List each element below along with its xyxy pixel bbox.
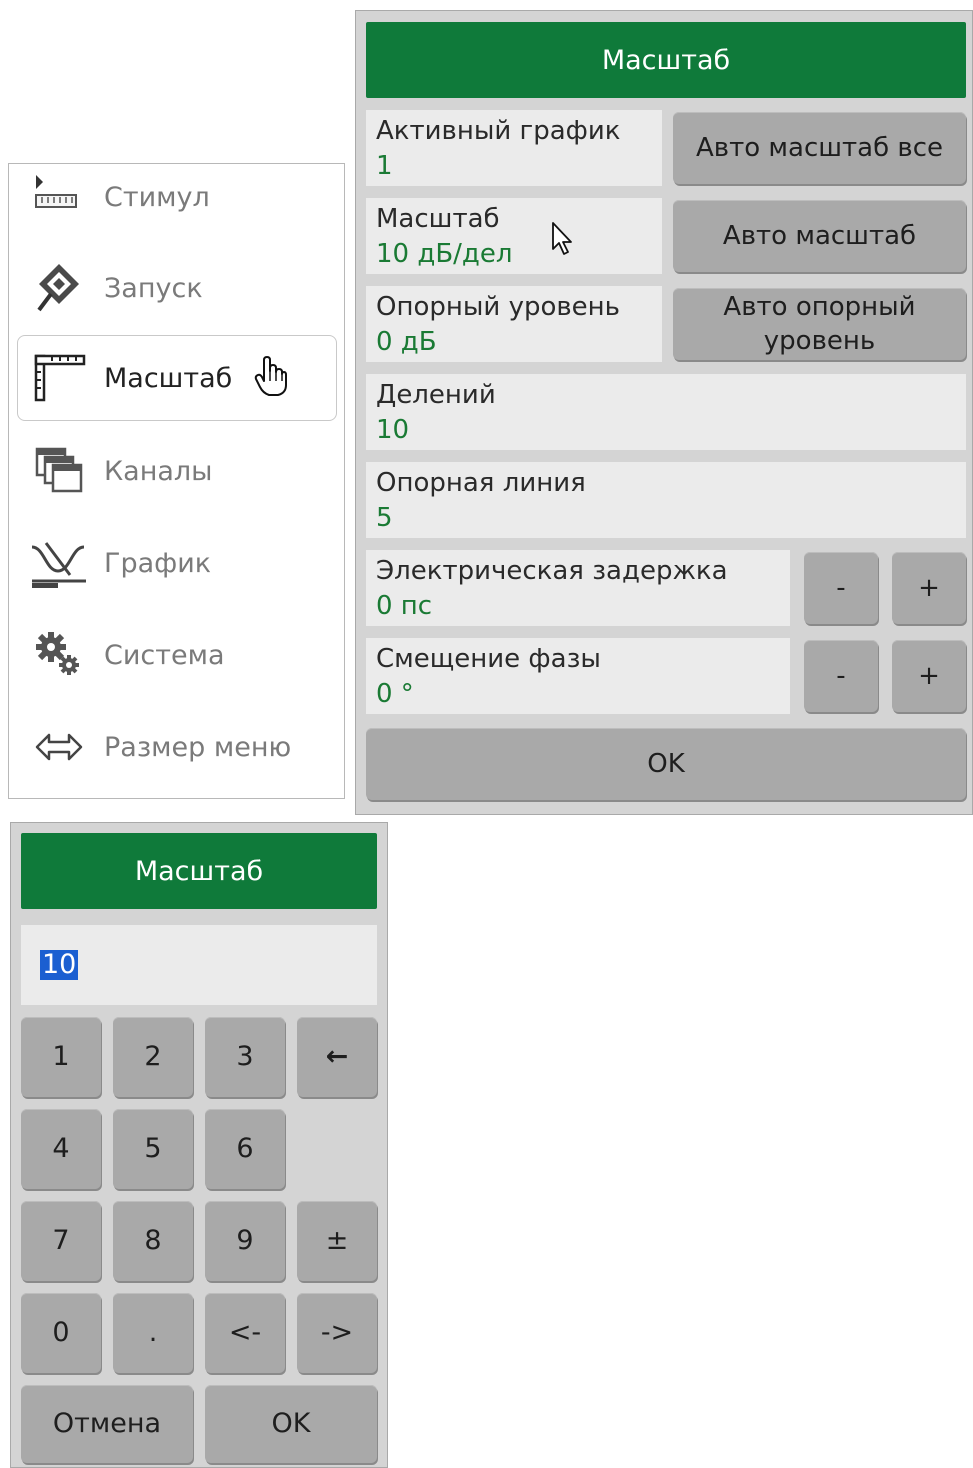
ref-level-field[interactable]: Опорный уровень 0 дБ <box>366 286 662 362</box>
menu-item-stimulus[interactable]: Стимул <box>17 154 337 240</box>
menu-item-scale[interactable]: Масштаб <box>17 335 337 421</box>
arrow-cursor-icon <box>550 221 576 261</box>
entry-value-selected: 10 <box>40 949 79 980</box>
ref-level-label: Опорный уровень <box>376 292 621 322</box>
menu-label-scale: Масштаб <box>104 362 233 394</box>
cursor-right-button[interactable]: -> <box>297 1293 377 1373</box>
key-3-button[interactable]: 3 <box>205 1017 285 1097</box>
key-8-button[interactable]: 8 <box>113 1201 193 1281</box>
ref-position-label: Опорная линия <box>376 468 586 498</box>
key-6-button[interactable]: 6 <box>205 1109 285 1189</box>
backspace-arrow-icon: ← <box>325 1041 349 1072</box>
electrical-delay-minus-button[interactable]: - <box>804 552 878 624</box>
system-gears-icon <box>24 625 94 685</box>
menu-label-trigger: Запуск <box>104 272 203 304</box>
divisions-field[interactable]: Делений 10 <box>366 374 966 450</box>
scale-field[interactable]: Масштаб 10 дБ/дел <box>366 198 662 274</box>
phase-offset-minus-button[interactable]: - <box>804 640 878 712</box>
divisions-value: 10 <box>376 415 410 445</box>
key-1-button[interactable]: 1 <box>21 1017 101 1097</box>
auto-scale-all-button[interactable]: Авто масштаб все <box>673 112 966 184</box>
side-menu: Стимул Запуск Масштаб Каналы График Сист… <box>8 163 345 799</box>
auto-scale-button[interactable]: Авто масштаб <box>673 200 966 272</box>
divisions-label: Делений <box>376 380 496 410</box>
electrical-delay-value: 0 пс <box>376 591 433 621</box>
scale-ok-button[interactable]: OK <box>366 728 966 800</box>
key-9-button[interactable]: 9 <box>205 1201 285 1281</box>
key-2-button[interactable]: 2 <box>113 1017 193 1097</box>
scale-label: Масштаб <box>376 204 500 234</box>
key-4-button[interactable]: 4 <box>21 1109 101 1189</box>
decimal-point-button[interactable]: . <box>113 1293 193 1373</box>
cancel-button[interactable]: Отмена <box>21 1385 193 1463</box>
keypad-panel-title: Масштаб <box>21 833 377 909</box>
menu-item-trace[interactable]: График <box>17 520 337 606</box>
channels-windows-icon <box>24 441 94 501</box>
key-5-button[interactable]: 5 <box>113 1109 193 1189</box>
plus-minus-button[interactable]: ± <box>297 1201 377 1281</box>
menu-item-menu-size[interactable]: Размер меню <box>17 704 337 790</box>
electrical-delay-plus-button[interactable]: + <box>892 552 966 624</box>
stimulus-ruler-icon <box>24 167 94 227</box>
ref-level-value: 0 дБ <box>376 327 437 357</box>
scale-panel-title: Масштаб <box>366 22 966 98</box>
value-entry-field[interactable]: 10 <box>21 925 377 1005</box>
scale-value: 10 дБ/дел <box>376 239 513 269</box>
phase-offset-field[interactable]: Смещение фазы 0 ° <box>366 638 790 714</box>
menu-item-trigger[interactable]: Запуск <box>17 245 337 331</box>
trace-graph-icon <box>24 533 94 593</box>
menu-label-system: Система <box>104 639 225 671</box>
auto-ref-level-button[interactable]: Авто опорный уровень <box>673 288 966 360</box>
menu-label-channels: Каналы <box>104 455 213 487</box>
backspace-button[interactable]: ← <box>297 1017 377 1097</box>
cursor-left-button[interactable]: <- <box>205 1293 285 1373</box>
trigger-diamond-icon <box>24 258 94 318</box>
active-trace-value: 1 <box>376 151 393 181</box>
scale-ruler-icon <box>24 348 94 408</box>
menu-label-stimulus: Стимул <box>104 181 210 213</box>
ref-position-value: 5 <box>376 503 393 533</box>
active-trace-field[interactable]: Активный график 1 <box>366 110 662 186</box>
ref-position-field[interactable]: Опорная линия 5 <box>366 462 966 538</box>
keypad-panel: Масштаб 10 1 2 3 ← 4 5 6 7 8 9 ± 0 . <- … <box>10 822 388 1468</box>
menu-label-trace: График <box>104 547 212 579</box>
phase-offset-plus-button[interactable]: + <box>892 640 966 712</box>
electrical-delay-field[interactable]: Электрическая задержка 0 пс <box>366 550 790 626</box>
scale-panel: Масштаб Активный график 1 Авто масштаб в… <box>355 10 973 815</box>
menu-label-menu-size: Размер меню <box>104 731 292 763</box>
phase-offset-label: Смещение фазы <box>376 644 601 674</box>
phase-offset-value: 0 ° <box>376 679 414 709</box>
key-7-button[interactable]: 7 <box>21 1201 101 1281</box>
key-0-button[interactable]: 0 <box>21 1293 101 1373</box>
electrical-delay-label: Электрическая задержка <box>376 556 728 586</box>
menu-item-channels[interactable]: Каналы <box>17 428 337 514</box>
active-trace-label: Активный график <box>376 116 621 146</box>
hand-pointer-icon <box>254 355 288 401</box>
menu-size-arrows-icon <box>24 717 94 777</box>
keypad-ok-button[interactable]: OK <box>205 1385 377 1463</box>
menu-item-system[interactable]: Система <box>17 612 337 698</box>
